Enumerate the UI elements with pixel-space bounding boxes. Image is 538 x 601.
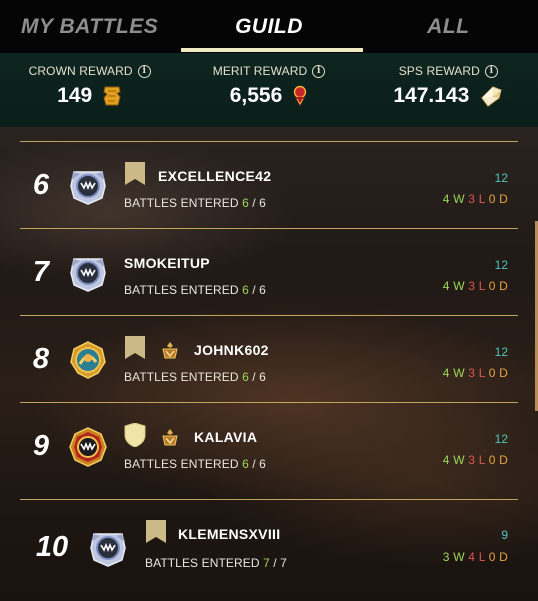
battles-entered-count: 6	[242, 283, 249, 297]
win-loss-draw: 4 W 3 L 0 D	[442, 279, 508, 293]
battles-entered-label: BATTLES ENTERED	[124, 370, 239, 384]
merit-reward-label: MERIT REWARD	[212, 64, 308, 78]
league-emblem-icon	[90, 533, 126, 567]
battles-entered-count: 6	[242, 196, 249, 210]
player-name[interactable]: JOHNK602	[194, 342, 269, 358]
rank-number: 9	[32, 430, 50, 462]
rank-number: 8	[32, 343, 50, 375]
battles-entered-count: 6	[242, 457, 249, 471]
table-row[interactable]: 7 SMOKEITUP BATTLES ENTERED 6 / 6 12 4 W…	[20, 228, 518, 315]
merit-reward-value: 6,556	[229, 84, 283, 107]
crown-reward-label: CROWN REWARD	[28, 64, 133, 78]
player-name[interactable]: SMOKEITUP	[124, 255, 210, 271]
win-loss-draw: 3 W 4 L 0 D	[442, 550, 508, 564]
player-name[interactable]: KLEMENSXVIII	[178, 526, 280, 542]
guild-rank-badge-icon	[162, 342, 178, 359]
rank-number: 6	[32, 169, 50, 201]
battles-entered-label: BATTLES ENTERED	[124, 457, 239, 471]
battles-total-count: 6	[259, 457, 266, 471]
sps-reward-label: SPS REWARD	[398, 64, 480, 78]
league-emblem-icon	[70, 341, 106, 379]
crown-token-icon	[103, 86, 121, 106]
sps-reward: SPS REWARD i 147.143	[359, 53, 538, 127]
league-emblem-icon	[69, 427, 107, 467]
battles-total-count: 6	[259, 370, 266, 384]
sps-reward-value: 147.143	[393, 84, 470, 107]
battles-entered: BATTLES ENTERED 6 / 6	[124, 196, 266, 210]
table-row[interactable]: 8 JOHNK602 BATTLES ENTERED 6 / 6 12 4 W …	[20, 315, 518, 402]
player-name[interactable]: EXCELLENCE42	[158, 168, 271, 184]
score-value: 12	[494, 258, 508, 272]
battles-entered-label: BATTLES ENTERED	[124, 283, 239, 297]
battles-entered-count: 6	[242, 370, 249, 384]
win-loss-draw: 4 W 3 L 0 D	[442, 453, 508, 467]
player-name[interactable]: KALAVIA	[194, 429, 257, 445]
guild-banner-icon	[125, 336, 145, 359]
info-icon[interactable]: i	[484, 64, 498, 78]
battles-entered-count: 7	[263, 556, 270, 570]
table-row[interactable]: 9 KALAVIA BATTLES ENTERED 6 / 6 12 4 W 3…	[20, 402, 518, 489]
battles-total-count: 6	[259, 196, 266, 210]
merit-medal-icon	[294, 85, 307, 106]
guild-banner-icon	[146, 520, 166, 543]
battles-total-count: 7	[280, 556, 287, 570]
score-value: 9	[501, 528, 508, 542]
battles-entered: BATTLES ENTERED 6 / 6	[124, 370, 266, 384]
guild-battle-list[interactable]: 6 EXCELLENCE42 BATTLES ENTERED 6 / 6 12 …	[0, 127, 538, 601]
guild-shield-icon	[124, 423, 146, 447]
score-value: 12	[494, 432, 508, 446]
reward-bar: CROWN REWARD i 149 MERIT REWARD i 6,556	[0, 53, 538, 127]
battles-entered: BATTLES ENTERED 6 / 6	[124, 457, 266, 471]
crown-reward-value: 149	[57, 84, 93, 107]
table-row[interactable]: 6 EXCELLENCE42 BATTLES ENTERED 6 / 6 12 …	[20, 141, 518, 228]
battles-entered-label: BATTLES ENTERED	[124, 196, 239, 210]
win-loss-draw: 4 W 3 L 0 D	[442, 192, 508, 206]
rank-number: 7	[32, 256, 50, 288]
battles-entered-label: BATTLES ENTERED	[145, 556, 260, 570]
info-icon[interactable]: i	[312, 64, 326, 78]
win-loss-draw: 4 W 3 L 0 D	[442, 366, 508, 380]
league-emblem-icon	[70, 171, 106, 205]
merit-reward: MERIT REWARD i 6,556	[179, 53, 358, 127]
score-value: 12	[494, 345, 508, 359]
battles-entered: BATTLES ENTERED 7 / 7	[145, 556, 287, 570]
score-value: 12	[494, 171, 508, 185]
guild-banner-icon	[125, 162, 145, 185]
tab-all[interactable]: ALL	[359, 0, 538, 53]
battles-total-count: 6	[259, 283, 266, 297]
rank-number: 10	[35, 530, 69, 563]
crown-reward: CROWN REWARD i 149	[0, 53, 179, 127]
tab-my-battles[interactable]: MY BATTLES	[0, 0, 179, 53]
info-icon[interactable]: i	[137, 64, 151, 78]
tab-guild[interactable]: GUILD	[179, 0, 363, 53]
table-row[interactable]: 10 KLEMENSXVIII BATTLES ENTERED 7 / 7 9 …	[20, 499, 518, 599]
guild-rank-badge-icon	[162, 429, 178, 446]
tab-bar: MY BATTLES GUILD ALL	[0, 0, 538, 53]
league-emblem-icon	[70, 258, 106, 292]
sps-crystal-icon	[481, 86, 502, 107]
battles-entered: BATTLES ENTERED 6 / 6	[124, 283, 266, 297]
